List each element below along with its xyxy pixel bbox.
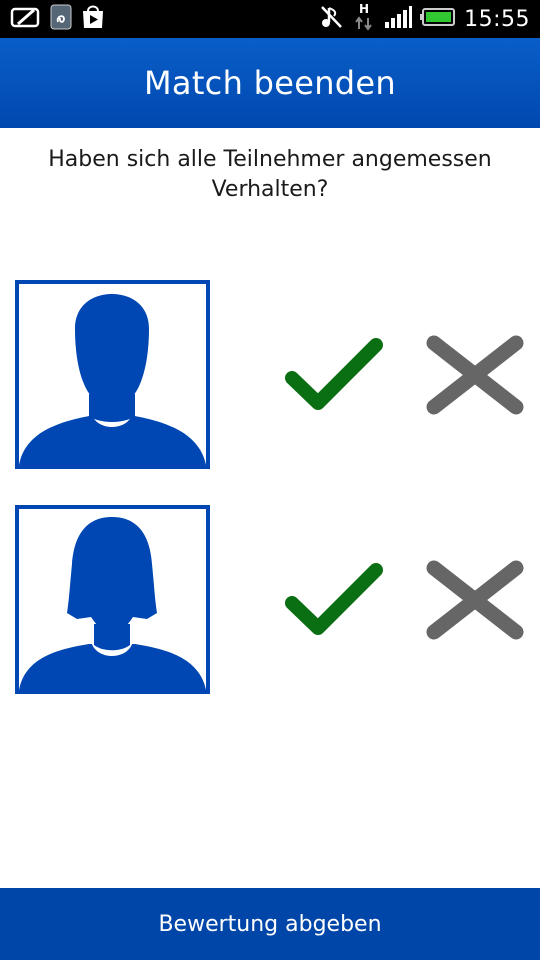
title-bar: Match beenden	[0, 38, 540, 128]
play-store-icon	[80, 4, 106, 34]
male-avatar-icon	[15, 280, 210, 469]
submit-rating-button[interactable]: Bewertung abgeben	[0, 888, 540, 960]
cross-icon	[424, 560, 526, 644]
status-bar-notifications	[10, 4, 106, 34]
cross-icon	[424, 335, 526, 419]
data-transfer-icon: H	[352, 2, 376, 36]
edit-icon	[10, 6, 42, 32]
battery-icon	[420, 7, 456, 31]
muted-music-icon	[320, 4, 344, 34]
page-title: Match beenden	[144, 64, 396, 102]
checkmark-icon	[282, 338, 386, 419]
female-avatar-icon	[15, 505, 210, 694]
participant-row	[0, 505, 540, 695]
network-type-label: H	[359, 2, 369, 16]
reject-button[interactable]	[424, 560, 526, 640]
approve-button[interactable]	[282, 335, 386, 415]
checkmark-icon	[282, 563, 386, 644]
status-time: 15:55	[464, 6, 530, 32]
question-text: Haben sich alle Teilnehmer angemessen Ve…	[48, 147, 492, 202]
signal-icon	[384, 5, 413, 33]
status-bar: H 15:55	[0, 0, 540, 38]
reject-button[interactable]	[424, 335, 526, 415]
app-icon	[50, 4, 72, 34]
status-bar-system: H 15:55	[320, 2, 530, 36]
approve-button[interactable]	[282, 560, 386, 640]
participant-row	[0, 280, 540, 470]
